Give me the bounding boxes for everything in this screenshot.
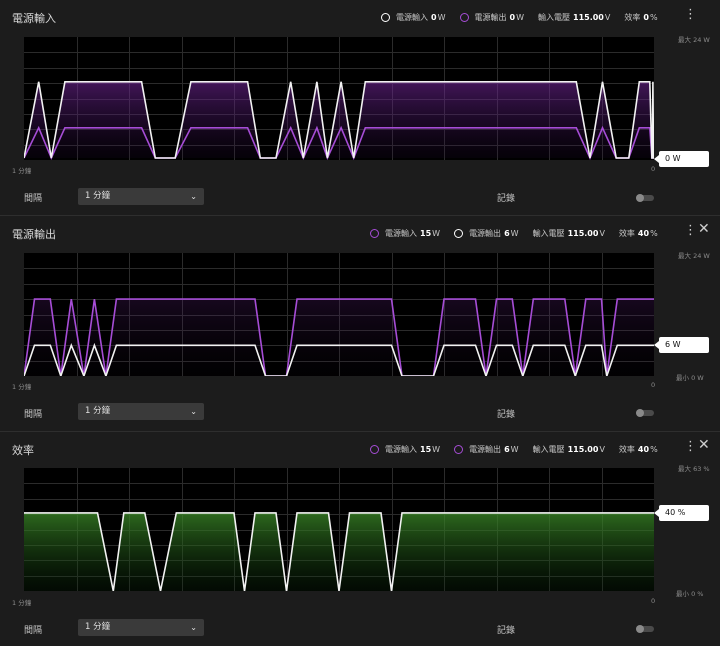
legend-item-output[interactable]: 電源輸出 0W [459, 12, 524, 23]
record-label: 記錄 [497, 626, 516, 636]
interval-label: 間隔 [24, 410, 43, 420]
power-input-panel: 電源輸入 電源輸入 0W 電源輸出 0W 輸入電壓 115.00 V 效率 0% … [0, 0, 720, 215]
interval-select[interactable]: 1 分鐘 ⌄ [78, 403, 204, 420]
legend-item-output[interactable]: 電源輸出 6W [454, 444, 519, 455]
record-toggle[interactable] [636, 625, 654, 633]
current-value-tag: 6 W [654, 337, 709, 353]
chart-svg [24, 37, 654, 160]
legend-label: 電源輸入 [396, 12, 428, 22]
more-options-icon[interactable]: ⋮ [684, 224, 697, 237]
chart-power-input [24, 37, 654, 160]
chart-efficiency [24, 468, 654, 591]
close-icon[interactable]: ✕ [698, 438, 710, 452]
toggle-knob [636, 194, 644, 202]
legend-value: 6 [504, 228, 510, 238]
legend: 電源輸入 0W 電源輸出 0W 輸入電壓 115.00 V 效率 0% [381, 10, 672, 24]
x-start-label: 1 分鐘 [12, 167, 32, 175]
y-min-label: 最小 0 % [676, 590, 704, 598]
interval-select-value: 1 分鐘 [85, 622, 111, 632]
legend: 電源輸入 15 W 電源輸出 6W 輸入電壓 115.00 V 效率 40% [370, 442, 672, 456]
legend-dot-icon [370, 444, 379, 454]
power-output-panel: 電源輸出 電源輸入 15 W 電源輸出 6W 輸入電壓 115.00 V 效率 40… [0, 216, 720, 431]
x-end-label: 0 [651, 165, 656, 173]
record-label: 記錄 [497, 410, 516, 420]
legend-item-output[interactable]: 電源輸出 6W [454, 228, 519, 239]
legend-label: 輸入電壓 [538, 12, 570, 22]
interval-select-value: 1 分鐘 [85, 191, 111, 201]
legend-item-voltage: 輸入電壓 115.00 V [538, 12, 611, 22]
legend-label: 輸入電壓 [532, 444, 565, 454]
legend-dot-icon [459, 12, 469, 22]
interval-select[interactable]: 1 分鐘 ⌄ [78, 619, 204, 636]
current-value-tag: 0 W [654, 151, 709, 167]
record-toggle[interactable] [636, 194, 654, 202]
legend-label: 電源輸出 [469, 228, 502, 238]
legend: 電源輸入 15 W 電源輸出 6W 輸入電壓 115.00 V 效率 40% [370, 226, 672, 240]
more-options-icon[interactable]: ⋮ [684, 440, 697, 453]
chevron-down-icon: ⌄ [190, 407, 197, 416]
legend-label: 電源輸出 [474, 12, 507, 22]
legend-item-efficiency: 效率 40% [618, 444, 658, 454]
legend-value: 115.00 [567, 444, 599, 454]
legend-label: 效率 [618, 228, 635, 238]
legend-value: 15 [420, 444, 432, 454]
legend-value: 6 [504, 444, 510, 454]
legend-item-voltage: 輸入電壓 115.00 V [532, 228, 605, 238]
legend-value: 115.00 [573, 12, 604, 22]
legend-label: 效率 [618, 444, 635, 454]
legend-label: 電源輸出 [469, 444, 502, 454]
interval-select[interactable]: 1 分鐘 ⌄ [78, 188, 204, 205]
efficiency-panel: 效率 電源輸入 15 W 電源輸出 6W 輸入電壓 115.00 V 效率 40% … [0, 432, 720, 646]
y-max-label: 最大 24 W [678, 252, 710, 260]
y-max-label: 最大 24 W [678, 36, 710, 44]
x-start-label: 1 分鐘 [12, 383, 32, 391]
legend-item-voltage: 輸入電壓 115.00 V [532, 444, 605, 454]
interval-label: 間隔 [24, 626, 43, 636]
y-max-label: 最大 63 % [678, 465, 710, 473]
legend-value: 0 [643, 12, 649, 22]
interval-select-value: 1 分鐘 [85, 406, 111, 416]
legend-item-input[interactable]: 電源輸入 15 W [370, 444, 440, 455]
legend-value: 0 [509, 12, 516, 22]
legend-value: 15 [420, 228, 432, 238]
current-value-tag: 40 % [654, 505, 709, 521]
toggle-knob [636, 625, 644, 633]
panel-title: 電源輸出 [12, 228, 56, 241]
legend-value: 115.00 [567, 228, 599, 238]
panel-title: 電源輸入 [12, 12, 56, 25]
legend-label: 電源輸入 [385, 228, 417, 238]
close-icon[interactable]: ✕ [698, 222, 710, 236]
legend-value: 40 [637, 228, 650, 238]
x-start-label: 1 分鐘 [12, 599, 32, 607]
more-options-icon[interactable]: ⋮ [684, 8, 697, 21]
record-label: 記錄 [497, 194, 516, 204]
chart-power-output [24, 253, 654, 376]
legend-item-input[interactable]: 電源輸入 0W [381, 12, 446, 23]
legend-dot-icon [454, 444, 464, 454]
x-end-label: 0 [651, 597, 656, 605]
chart-svg [24, 468, 654, 591]
panel-title: 效率 [12, 444, 34, 457]
legend-item-efficiency: 效率 0% [624, 12, 658, 22]
interval-label: 間隔 [24, 194, 43, 204]
chart-svg [24, 253, 654, 376]
record-toggle[interactable] [636, 409, 654, 417]
series-area-input [24, 299, 654, 376]
legend-value: 0 [431, 12, 437, 22]
legend-dot-icon [370, 228, 379, 238]
legend-dot-icon [454, 228, 464, 238]
legend-item-efficiency: 效率 40% [618, 228, 658, 238]
chevron-down-icon: ⌄ [190, 623, 197, 632]
legend-label: 輸入電壓 [532, 228, 565, 238]
legend-dot-icon [381, 12, 390, 22]
x-end-label: 0 [651, 381, 656, 389]
legend-value: 40 [637, 444, 650, 454]
legend-label: 效率 [624, 12, 641, 22]
y-min-label: 最小 0 W [676, 374, 704, 382]
legend-label: 電源輸入 [385, 444, 417, 454]
legend-item-input[interactable]: 電源輸入 15 W [370, 228, 440, 239]
toggle-knob [636, 409, 644, 417]
chevron-down-icon: ⌄ [190, 192, 197, 201]
